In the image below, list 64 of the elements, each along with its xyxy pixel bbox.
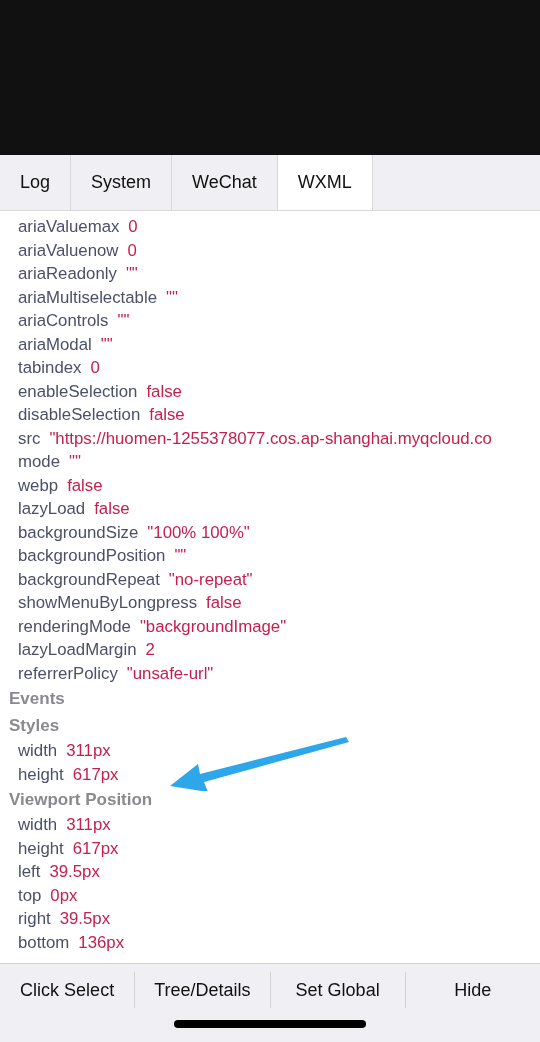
property-value: "" xyxy=(125,263,138,285)
property-name: src xyxy=(18,427,41,450)
property-value: 39.5px xyxy=(59,908,111,930)
property-value: 39.5px xyxy=(49,861,100,883)
property-name: ariaValuemax xyxy=(18,216,120,238)
property-name: width xyxy=(18,814,58,836)
property-value: "" xyxy=(117,310,130,332)
property-value: 0px xyxy=(50,884,78,907)
property-value: "no-repeat" xyxy=(168,568,253,591)
property-value: 311px xyxy=(66,740,111,762)
section-heading: Events xyxy=(8,688,66,710)
property-name: webp xyxy=(18,474,59,497)
property-value: 0 xyxy=(90,357,100,379)
property-value: 311px xyxy=(66,814,111,836)
property-name: lazyLoadMargin xyxy=(18,639,137,661)
property-name: showMenuByLongpress xyxy=(18,592,198,614)
property-name: tabindex xyxy=(18,357,82,379)
property-name: backgroundSize xyxy=(18,521,139,544)
property-value: "" xyxy=(100,333,113,356)
property-name: referrerPolicy xyxy=(18,662,118,685)
property-value: 0 xyxy=(127,239,137,262)
property-value: false xyxy=(149,404,185,426)
property-name: ariaMultiselectable xyxy=(18,286,157,309)
toolbar-button[interactable]: Set Global xyxy=(269,972,405,1008)
property-name: ariaModal xyxy=(18,333,92,356)
property-value: false xyxy=(67,474,103,497)
toolbar-button[interactable]: Click Select xyxy=(0,972,135,1008)
section-heading: Viewport Position xyxy=(8,789,154,811)
property-name: ariaValuenow xyxy=(18,239,119,262)
property-name: renderingMode xyxy=(18,615,131,638)
property-name: backgroundPosition xyxy=(18,545,166,567)
toolbar-button[interactable]: Hide xyxy=(404,972,540,1008)
property-name: left xyxy=(18,861,41,883)
property-name: enableSelection xyxy=(18,380,138,403)
property-value: 2 xyxy=(145,639,155,661)
property-name: height xyxy=(18,763,64,786)
property-name: disableSelection xyxy=(18,404,141,426)
property-value: false xyxy=(206,592,242,614)
property-name: ariaControls xyxy=(18,310,109,332)
property-value: 0 xyxy=(128,216,138,238)
property-value: "" xyxy=(174,545,187,567)
property-name: height xyxy=(18,837,64,860)
tab[interactable]: WXML xyxy=(277,155,373,210)
property-name: mode xyxy=(18,451,60,473)
property-name: top xyxy=(18,884,42,907)
property-value: false xyxy=(94,498,130,520)
property-name: right xyxy=(18,908,51,930)
property-value: "https://huomen-1255378077.cos.ap-shanghai.myqcloud.co xyxy=(49,427,492,450)
property-value: 136px xyxy=(78,931,125,954)
property-value: "" xyxy=(69,451,81,473)
toolbar-button[interactable]: Tree/Details xyxy=(134,972,270,1008)
property-name: lazyLoad xyxy=(18,498,86,520)
property-value: "100% 100%" xyxy=(147,521,250,544)
property-name: ariaReadonly xyxy=(18,263,117,285)
property-value: "" xyxy=(166,286,178,309)
property-value: 617px xyxy=(72,837,119,860)
property-value: "unsafe-url" xyxy=(126,662,214,685)
property-value: false xyxy=(146,380,182,403)
property-value: 617px xyxy=(72,763,119,786)
section-heading: Styles xyxy=(8,715,61,737)
property-value: "backgroundImage" xyxy=(139,615,287,638)
property-name: width xyxy=(18,740,58,762)
property-name: bottom xyxy=(18,931,70,954)
property-name: backgroundRepeat xyxy=(18,568,160,591)
